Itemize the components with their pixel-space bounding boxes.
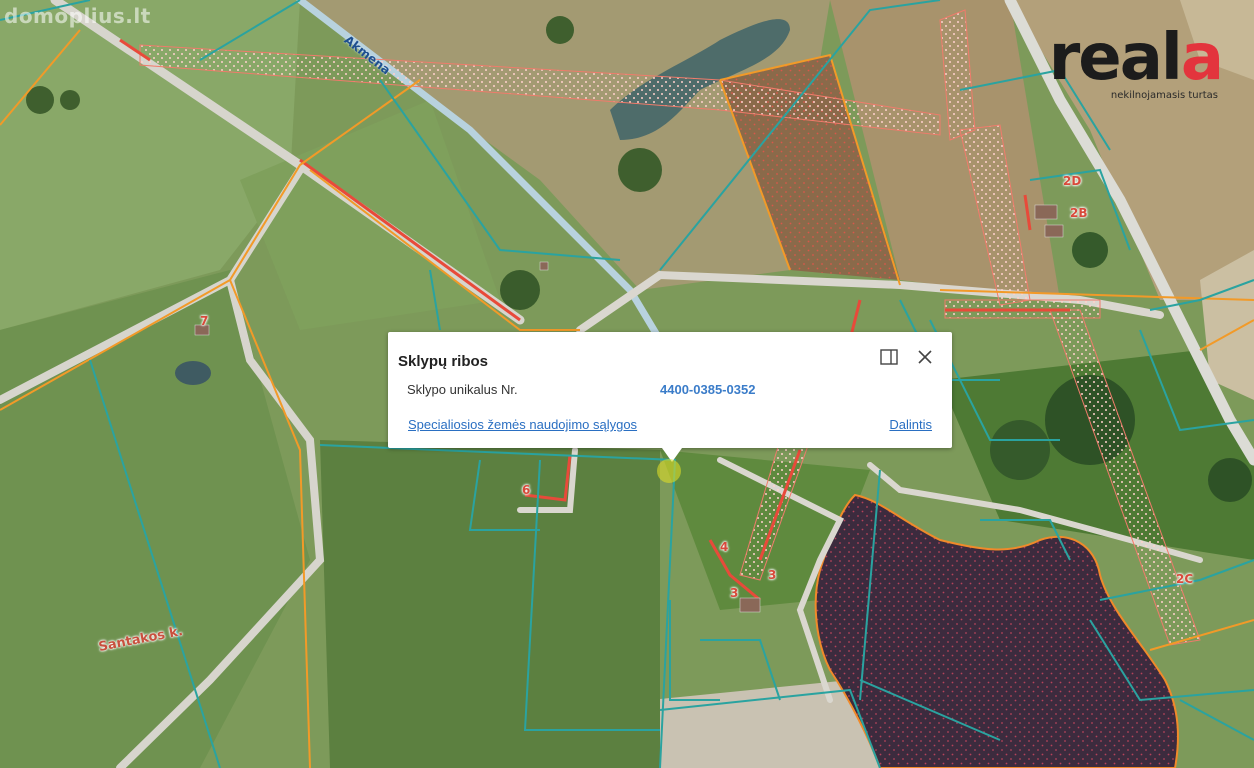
watermark: domoplius.lt [4, 4, 151, 28]
logo-word-main: real [1048, 21, 1183, 95]
parcel-number-label: 7 [200, 314, 209, 328]
parcel-id-label: Sklypo unikalus Nr. [407, 382, 518, 397]
brand-logo: reala nekilnojamasis turtas [1049, 26, 1224, 101]
parcel-info-popup: Sklypų ribos Sklypo unikalus Nr. 4400-03… [388, 332, 952, 462]
sidebar-icon[interactable] [878, 346, 900, 368]
parcel-number-label: 2B [1070, 206, 1088, 220]
parcel-number-label: 2C [1176, 572, 1194, 586]
popup-title: Sklypų ribos [398, 353, 489, 370]
special-conditions-link[interactable]: Specialiosios žemės naudojimo sąlygos [408, 417, 637, 432]
logo-word-accent: a [1180, 21, 1224, 95]
parcel-number-label: 4 [720, 540, 729, 554]
parcel-number-label: 3 [730, 586, 739, 600]
parcel-id-value[interactable]: 4400-0385-0352 [660, 382, 755, 397]
location-marker [657, 459, 681, 483]
parcel-number-label: 2D [1063, 174, 1082, 188]
parcel-number-label: 6 [522, 483, 531, 497]
close-icon[interactable] [914, 346, 936, 368]
share-link[interactable]: Dalintis [889, 417, 932, 432]
parcel-number-label: 3 [768, 568, 777, 582]
